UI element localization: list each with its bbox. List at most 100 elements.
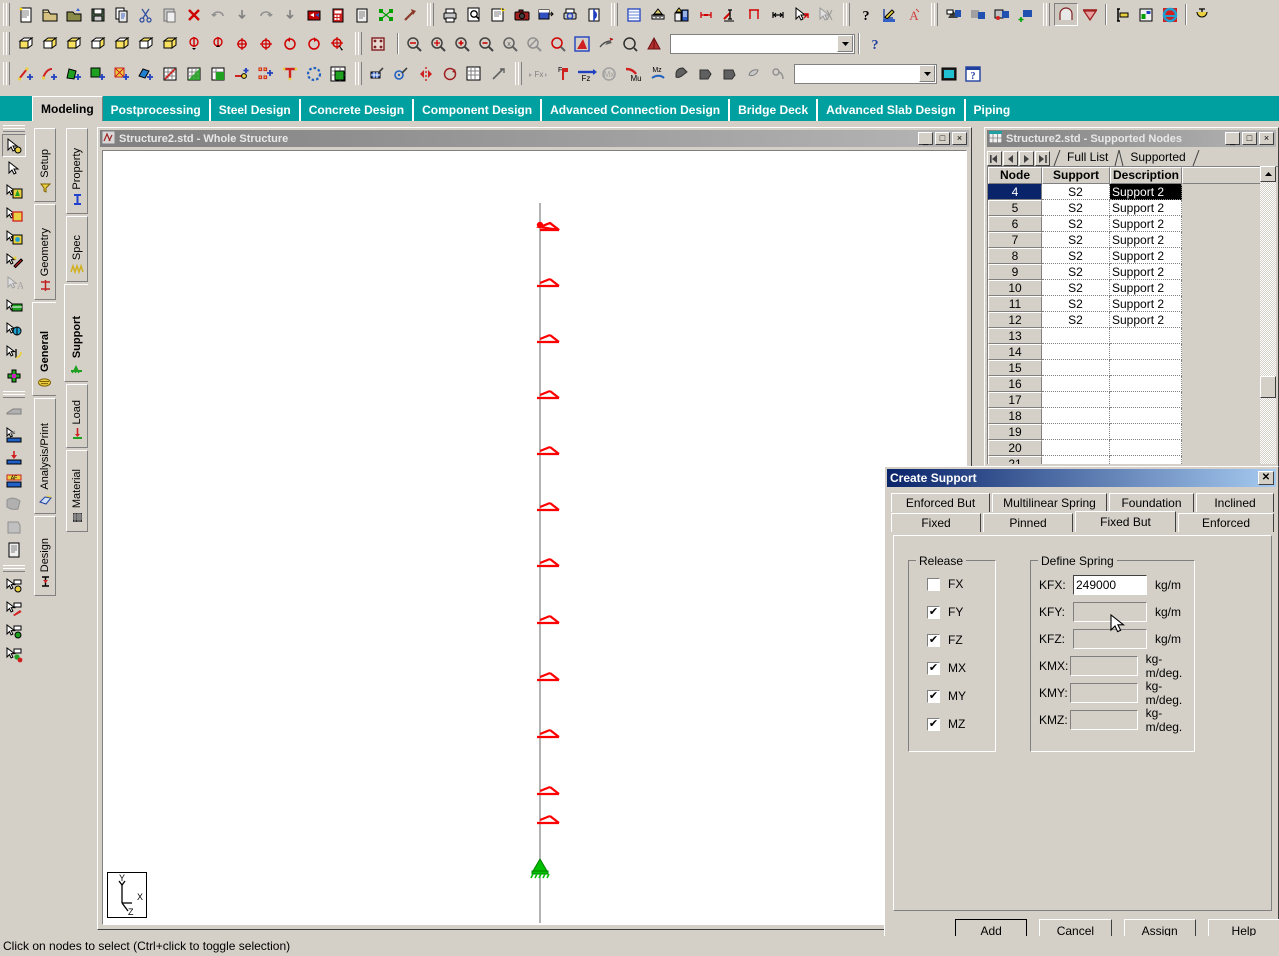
structure-model[interactable] xyxy=(103,151,967,925)
redo-list-icon[interactable] xyxy=(278,3,302,26)
span-dimension-icon[interactable] xyxy=(766,3,790,26)
graphics-window[interactable]: Structure2.std - Whole Structure _ □ × Y… xyxy=(97,127,972,930)
arrow-cursor-icon[interactable] xyxy=(2,157,26,180)
move-icon[interactable] xyxy=(486,62,510,85)
cut-icon[interactable] xyxy=(134,3,158,26)
cell-description[interactable] xyxy=(1110,360,1182,376)
sidebar-item-material[interactable]: Material xyxy=(66,450,88,532)
last-record-button[interactable] xyxy=(1035,151,1050,166)
print-icon[interactable] xyxy=(438,3,462,26)
bottom-view-icon[interactable] xyxy=(158,32,182,55)
tab-advanced-connection-design[interactable]: Advanced Connection Design xyxy=(542,99,731,121)
zoom-window-icon[interactable] xyxy=(402,32,426,55)
table-row[interactable]: 11 S2 Support 2 xyxy=(988,296,1278,312)
cell-description[interactable] xyxy=(1110,456,1182,464)
symbols-labels-icon[interactable] xyxy=(366,32,390,55)
first-record-button[interactable] xyxy=(987,151,1002,166)
table-row[interactable]: 12 S2 Support 2 xyxy=(988,312,1278,328)
cell-support[interactable] xyxy=(1042,424,1110,440)
tab-advanced-slab-design[interactable]: Advanced Slab Design xyxy=(818,99,966,121)
toolbar-gripper[interactable] xyxy=(1042,3,1050,26)
assign-material-icon[interactable] xyxy=(742,62,766,85)
table-window-titlebar[interactable]: Structure2.std - Supported Nodes _ □ × xyxy=(987,130,1276,147)
plate-select-icon[interactable] xyxy=(2,620,26,643)
translational-repeat-icon[interactable] xyxy=(278,62,302,85)
group-select-icon[interactable] xyxy=(2,574,26,597)
node-load-cursor-icon[interactable] xyxy=(2,446,26,469)
dialog-tab-pinned[interactable]: Pinned xyxy=(983,513,1073,532)
chevron-down-icon[interactable] xyxy=(919,65,935,82)
node-distance-icon[interactable] xyxy=(694,3,718,26)
table-row[interactable]: 9 S2 Support 2 xyxy=(988,264,1278,280)
print-preview-icon[interactable] xyxy=(462,3,486,26)
table-row[interactable]: 18 xyxy=(988,408,1278,424)
scroll-up-button[interactable] xyxy=(1260,166,1276,182)
toolbar-standard[interactable]: ? A xyxy=(0,0,1279,29)
undo-icon[interactable] xyxy=(206,3,230,26)
dialog-tab-multilinear-spring[interactable]: Multilinear Spring xyxy=(992,493,1107,512)
concrete-design-icon[interactable] xyxy=(1134,3,1158,26)
rotate-up-icon[interactable] xyxy=(182,32,206,55)
toolbar-gripper[interactable] xyxy=(2,3,10,26)
table-close-button[interactable]: × xyxy=(1259,132,1274,145)
beams-cursor-icon[interactable] xyxy=(2,203,26,226)
create-support-dialog[interactable]: Create Support ✕ Enforced But Multilinea… xyxy=(884,466,1279,952)
report-icon[interactable] xyxy=(350,3,374,26)
kfx-row[interactable]: KFX: 249000 kg/m xyxy=(1039,575,1194,595)
snapshot-icon[interactable] xyxy=(510,3,534,26)
cell-node[interactable]: 20 xyxy=(988,440,1042,456)
display-options-icon[interactable] xyxy=(534,3,558,26)
zoom-previous-icon[interactable] xyxy=(522,32,546,55)
dialog-tab-fixed[interactable]: Fixed xyxy=(891,513,981,532)
node-support-icon[interactable] xyxy=(742,3,766,26)
assign-support-1-icon[interactable] xyxy=(694,62,718,85)
sidebar-item-load[interactable]: Load xyxy=(66,384,88,448)
bridge-deck-icon[interactable] xyxy=(1190,3,1214,26)
cell-description[interactable] xyxy=(1110,392,1182,408)
release-fz-row[interactable]: FZ xyxy=(927,633,995,647)
table-row[interactable]: 14 xyxy=(988,344,1278,360)
redo-icon[interactable] xyxy=(254,3,278,26)
dialog-tab-enforced[interactable]: Enforced xyxy=(1178,513,1274,532)
staad-editor-icon[interactable] xyxy=(302,3,326,26)
open-file-icon[interactable] xyxy=(38,3,62,26)
calculator-icon[interactable] xyxy=(326,3,350,26)
cell-description[interactable]: Support 2 xyxy=(1110,232,1182,248)
add-beam-icon[interactable] xyxy=(14,62,38,85)
member-select-icon[interactable] xyxy=(2,643,26,666)
assign-mu-icon[interactable]: Mu xyxy=(622,62,646,85)
render-view-icon[interactable] xyxy=(942,3,966,26)
cell-node[interactable]: 12 xyxy=(988,312,1042,328)
assign-property-icon[interactable] xyxy=(670,62,694,85)
cell-description[interactable]: Support 2 xyxy=(1110,248,1182,264)
load-cursor-icon[interactable] xyxy=(2,341,26,364)
assign-fy-icon[interactable]: Fy xyxy=(550,62,574,85)
solid-select-icon[interactable] xyxy=(2,515,26,538)
kmz-input[interactable] xyxy=(1069,710,1138,730)
mesh-points-icon[interactable] xyxy=(254,62,278,85)
sidebar-item-property[interactable]: Property xyxy=(66,128,88,214)
add-curved-beam-icon[interactable] xyxy=(38,62,62,85)
toolbar-gripper[interactable] xyxy=(3,390,25,398)
paste-icon[interactable] xyxy=(158,3,182,26)
toolbar-gripper[interactable] xyxy=(930,3,938,26)
table-row[interactable]: 13 xyxy=(988,328,1278,344)
column-header-description[interactable]: Description xyxy=(1110,167,1182,184)
add-solid-icon[interactable] xyxy=(110,62,134,85)
tab-steel-design[interactable]: Steel Design xyxy=(211,99,301,121)
table-row[interactable]: 5 S2 Support 2 xyxy=(988,200,1278,216)
left-selection-toolbar[interactable]: A AF xyxy=(0,121,28,931)
scrollbar-track[interactable] xyxy=(1260,182,1276,464)
geometry-cursor-icon[interactable] xyxy=(2,400,26,423)
dimension-icon[interactable] xyxy=(646,3,670,26)
release-my-checkbox[interactable] xyxy=(927,689,940,703)
add-plate-icon[interactable] xyxy=(62,62,86,85)
open-folder-icon[interactable] xyxy=(62,3,86,26)
cell-node[interactable]: 16 xyxy=(988,376,1042,392)
cell-support[interactable] xyxy=(1042,392,1110,408)
clear-selection-icon[interactable] xyxy=(814,3,838,26)
member-query-icon[interactable] xyxy=(718,3,742,26)
solids-cursor-icon[interactable] xyxy=(2,249,26,272)
assign-mz-icon[interactable]: Mz xyxy=(646,62,670,85)
render-section-icon[interactable] xyxy=(990,3,1014,26)
